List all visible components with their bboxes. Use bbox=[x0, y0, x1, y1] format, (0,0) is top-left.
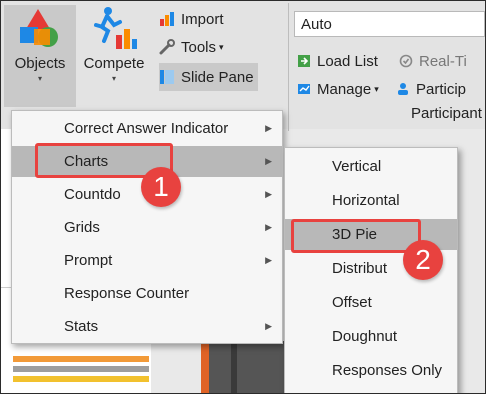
ribbon-separator bbox=[288, 3, 289, 131]
submenu-item-vertical[interactable]: Vertical bbox=[285, 151, 457, 182]
import-label: Import bbox=[181, 10, 224, 28]
participant-group-label: Participant bbox=[411, 105, 482, 122]
response-mode-combo[interactable]: Auto bbox=[294, 11, 485, 37]
real-time-button[interactable]: Real-Ti bbox=[399, 49, 467, 73]
manage-caret: ▾ bbox=[374, 83, 379, 94]
slide-canvas-edge bbox=[201, 341, 291, 393]
load-list-label: Load List bbox=[317, 52, 378, 70]
submenu-arrow-icon: ▶ bbox=[265, 321, 272, 331]
menu-item-label: Stats bbox=[64, 318, 99, 335]
import-button[interactable]: Import bbox=[159, 7, 224, 31]
app-window: Objects ▾ Compete ▾ Import Tools ▾ Slide… bbox=[0, 0, 486, 394]
step-1-badge: 1 bbox=[141, 167, 181, 207]
manage-icon bbox=[297, 82, 311, 96]
3d-pie-highlight-box bbox=[291, 219, 421, 253]
submenu-arrow-icon: ▶ bbox=[265, 222, 272, 232]
objects-label: Objects bbox=[14, 55, 66, 72]
submenu-item-label: Doughnut bbox=[332, 328, 398, 345]
objects-icon bbox=[20, 9, 58, 47]
canvas-dark-strip bbox=[231, 341, 237, 393]
menu-item-prompt[interactable]: Prompt ▶ bbox=[12, 245, 282, 276]
menu-item-correct-answer-indicator[interactable]: Correct Answer Indicator ▶ bbox=[12, 113, 282, 144]
menu-item-label: Response Counter bbox=[64, 285, 190, 302]
objects-caret: ▾ bbox=[37, 74, 42, 83]
participants-button[interactable]: Particip bbox=[396, 77, 466, 101]
compete-button[interactable]: Compete ▾ bbox=[78, 5, 150, 107]
tools-label: Tools bbox=[181, 38, 217, 56]
submenu-item-horizontal[interactable]: Horizontal bbox=[285, 185, 457, 216]
submenu-item-label: Distribut bbox=[332, 260, 388, 277]
real-time-label: Real-Ti bbox=[419, 52, 467, 70]
compete-label: Compete bbox=[83, 55, 145, 72]
menu-item-label: Correct Answer Indicator bbox=[64, 120, 229, 137]
submenu-arrow-icon: ▶ bbox=[265, 123, 272, 133]
manage-label: Manage bbox=[317, 80, 372, 98]
submenu-arrow-icon: ▶ bbox=[265, 156, 272, 166]
menu-item-grids[interactable]: Grids ▶ bbox=[12, 212, 282, 243]
load-list-icon bbox=[297, 54, 311, 68]
objects-button[interactable]: Objects ▾ bbox=[4, 5, 76, 107]
manage-button[interactable]: Manage ▾ bbox=[297, 77, 379, 101]
import-icon bbox=[159, 11, 175, 27]
thumb-bar-gray bbox=[13, 366, 149, 372]
slide-pane-label: Slide Pane bbox=[181, 68, 254, 86]
canvas-orange-strip bbox=[201, 341, 209, 393]
slide-pane-icon bbox=[159, 69, 175, 85]
submenu-item-label: Offset bbox=[332, 294, 372, 311]
step-2-badge: 2 bbox=[403, 240, 443, 280]
slide-pane-button[interactable]: Slide Pane bbox=[159, 63, 258, 91]
load-list-button[interactable]: Load List bbox=[297, 49, 378, 73]
submenu-item-label: Horizontal bbox=[332, 192, 400, 209]
menu-item-label: Grids bbox=[64, 219, 100, 236]
menu-item-label: Countdo bbox=[64, 186, 121, 203]
submenu-item-responses-only[interactable]: Responses Only bbox=[285, 355, 457, 386]
submenu-arrow-icon: ▶ bbox=[265, 255, 272, 265]
menu-item-stats[interactable]: Stats ▶ bbox=[12, 311, 282, 342]
submenu-arrow-icon: ▶ bbox=[265, 189, 272, 199]
tools-button[interactable]: Tools ▾ bbox=[159, 35, 224, 59]
participants-label: Particip bbox=[416, 80, 467, 98]
thumb-bar-orange bbox=[13, 356, 149, 362]
compete-caret: ▾ bbox=[111, 74, 116, 83]
submenu-item-offset[interactable]: Offset bbox=[285, 287, 457, 318]
participants-icon bbox=[396, 82, 410, 96]
menu-item-label: Prompt bbox=[64, 252, 113, 269]
submenu-item-doughnut[interactable]: Doughnut bbox=[285, 321, 457, 352]
tools-caret: ▾ bbox=[219, 41, 224, 52]
menu-item-response-counter[interactable]: Response Counter bbox=[12, 278, 282, 309]
submenu-item-label: Responses Only bbox=[332, 362, 443, 379]
compete-icon bbox=[94, 7, 137, 49]
tools-icon bbox=[159, 39, 175, 55]
submenu-item-label: Vertical bbox=[332, 158, 382, 175]
real-time-icon bbox=[399, 54, 413, 68]
thumb-bar-yellow bbox=[13, 376, 149, 382]
